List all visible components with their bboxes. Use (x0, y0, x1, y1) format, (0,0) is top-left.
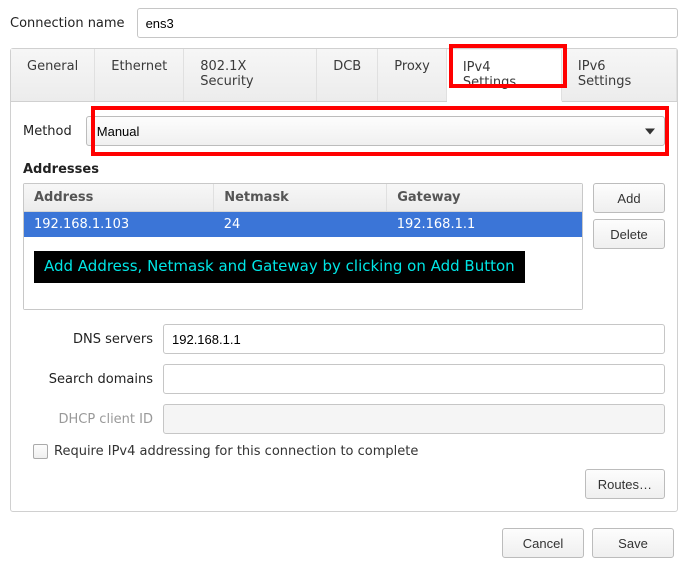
dns-row: DNS servers (23, 324, 665, 354)
save-button[interactable]: Save (592, 528, 674, 558)
col-address: Address (24, 184, 214, 212)
table-row[interactable]: 192.168.1.103 24 192.168.1.1 (24, 212, 582, 238)
search-domains-input[interactable] (163, 364, 665, 394)
tab-general[interactable]: General (11, 49, 95, 101)
search-domains-row: Search domains (23, 364, 665, 394)
cell-address: 192.168.1.103 (24, 212, 214, 238)
dialog-footer: Cancel Save (10, 528, 678, 558)
method-select-wrap: Manual (86, 116, 665, 146)
addresses-block: Address Netmask Gateway 192.168.1.103 24… (23, 183, 665, 310)
dns-input[interactable] (163, 324, 665, 354)
require-ipv4-label: Require IPv4 addressing for this connect… (54, 444, 418, 459)
connection-name-label: Connection name (10, 16, 125, 31)
col-netmask: Netmask (214, 184, 387, 212)
tab-ipv4-settings[interactable]: IPv4 Settings (447, 50, 562, 102)
ipv4-settings-panel: Method Manual Addresses (11, 102, 677, 511)
dhcp-client-id-input (163, 404, 665, 434)
require-ipv4-checkbox[interactable] (33, 444, 48, 459)
dhcp-client-id-row: DHCP client ID (23, 404, 665, 434)
dhcp-client-id-label: DHCP client ID (23, 412, 153, 427)
connection-name-input[interactable] (137, 8, 678, 38)
dns-label: DNS servers (23, 332, 153, 347)
instruction-banner: Add Address, Netmask and Gateway by clic… (34, 251, 525, 283)
network-connection-editor: Connection name General Ethernet 802.1X … (0, 0, 688, 566)
require-ipv4-row[interactable]: Require IPv4 addressing for this connect… (33, 444, 665, 459)
addresses-side-buttons: Add Delete (593, 183, 665, 249)
connection-name-row: Connection name (10, 8, 678, 38)
method-label: Method (23, 124, 72, 139)
tab-bar: General Ethernet 802.1X Security DCB Pro… (11, 49, 677, 102)
col-gateway: Gateway (387, 184, 582, 212)
tab-proxy[interactable]: Proxy (378, 49, 447, 101)
tab-8021x-security[interactable]: 802.1X Security (184, 49, 317, 101)
addresses-table-wrap: Address Netmask Gateway 192.168.1.103 24… (23, 183, 583, 310)
tab-ethernet[interactable]: Ethernet (95, 49, 184, 101)
method-select[interactable]: Manual (86, 116, 665, 146)
method-select-value: Manual (97, 124, 140, 139)
tab-ipv6-settings[interactable]: IPv6 Settings (562, 49, 677, 101)
cell-netmask: 24 (214, 212, 387, 238)
tabs-container: General Ethernet 802.1X Security DCB Pro… (10, 48, 678, 512)
extra-fields: DNS servers Search domains DHCP client I… (23, 324, 665, 434)
cancel-button[interactable]: Cancel (502, 528, 584, 558)
routes-button[interactable]: Routes… (585, 469, 665, 499)
instruction-row: Add Address, Netmask and Gateway by clic… (24, 237, 582, 309)
addresses-header: Addresses (23, 162, 665, 177)
cell-gateway: 192.168.1.1 (387, 212, 582, 238)
addresses-header-row: Address Netmask Gateway (24, 184, 582, 212)
add-button[interactable]: Add (593, 183, 665, 213)
addresses-table[interactable]: Address Netmask Gateway 192.168.1.103 24… (24, 184, 582, 309)
delete-button[interactable]: Delete (593, 219, 665, 249)
search-domains-label: Search domains (23, 372, 153, 387)
tab-dcb[interactable]: DCB (317, 49, 378, 101)
routes-row: Routes… (23, 469, 665, 499)
method-row: Method Manual (23, 116, 665, 146)
